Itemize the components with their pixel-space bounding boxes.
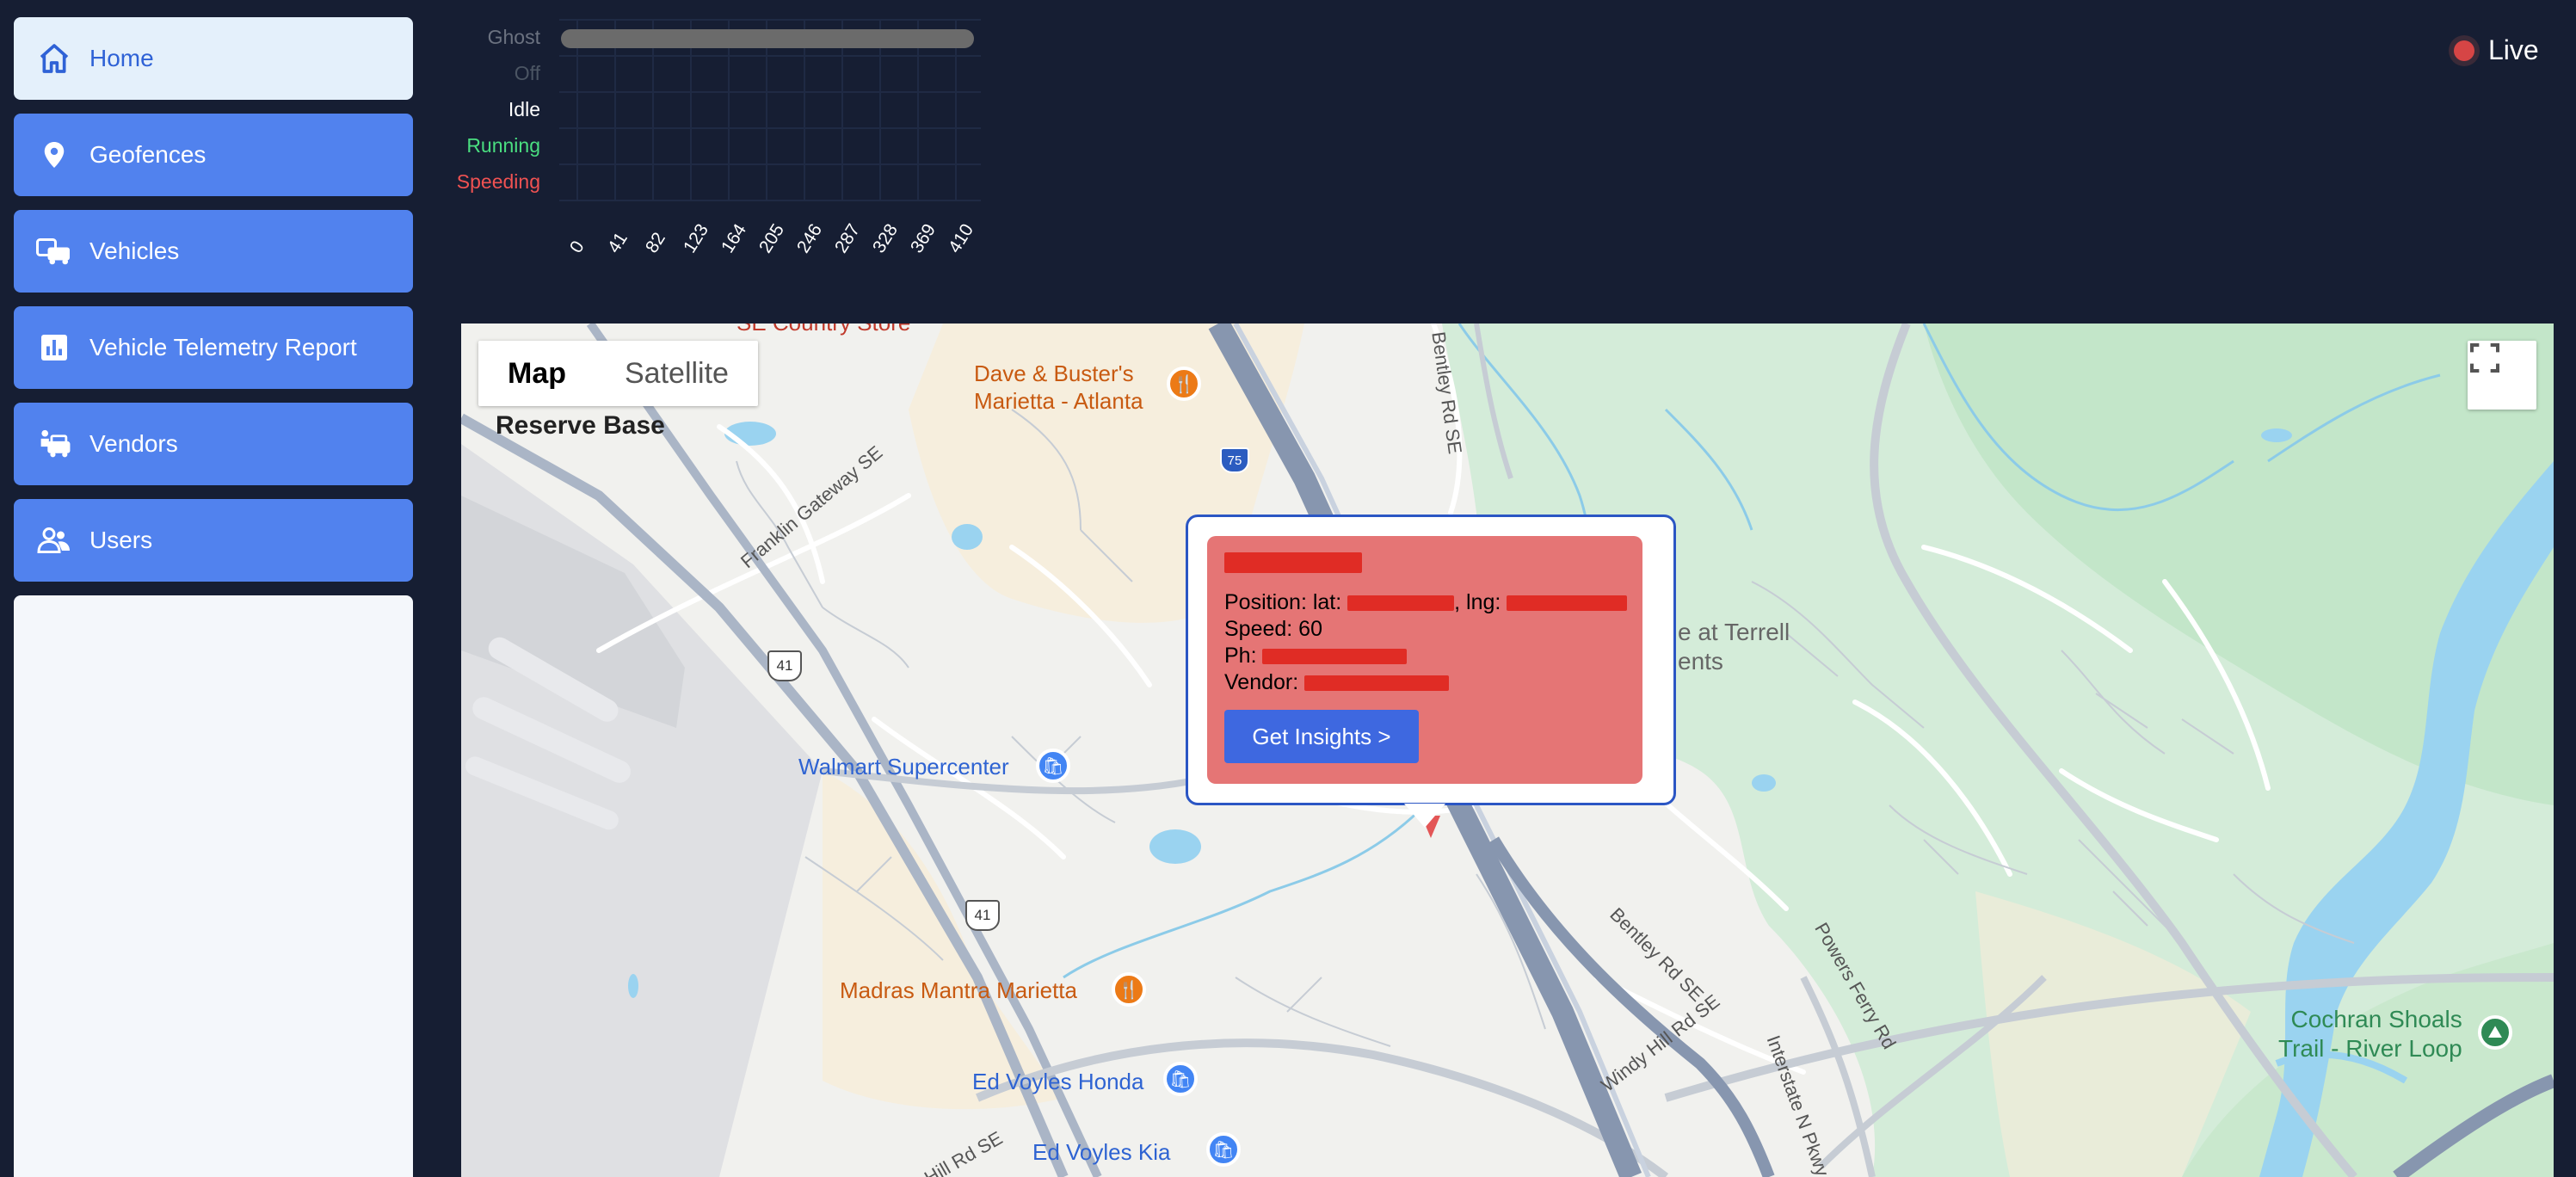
bar-ghost [561,29,974,48]
car-dealer-icon[interactable]: 🛍 [1163,1062,1198,1096]
sidebar-item-users[interactable]: Users [14,499,413,582]
sidebar-item-vehicle-telemetry-report[interactable]: Vehicle Telemetry Report [14,306,413,389]
sidebar: Home Geofences Vehicles Vehicle Telemetr… [0,0,427,1177]
map-type-map-button[interactable]: Map [478,341,595,406]
map-label-walmart: Walmart Supercenter [798,754,1009,780]
map-label-terrell: e at Terrell ents [1678,619,1790,675]
us41-shield-icon: 41 [965,900,1000,931]
i75-shield-icon: 75 [1220,447,1249,473]
popup-tail [1404,804,1445,828]
map-type-satellite-button[interactable]: Satellite [595,341,758,406]
sidebar-item-vendors[interactable]: Vendors [14,403,413,485]
status-label-running: Running [466,134,540,157]
x-tick-label: 164 [718,220,751,257]
vehicle-status-chart: 0 41 82 123 164 205 246 287 328 369 410 Ghost Off … [430,0,1032,284]
vendors-icon [36,426,72,462]
users-icon [36,522,72,558]
status-label-speeding: Speeding [456,170,540,193]
hiking-icon[interactable]: ⛰ [2478,1015,2512,1050]
get-insights-button[interactable]: Get Insights > [1224,710,1419,763]
sidebar-item-label: Home [89,45,154,71]
bar-chart-icon [36,330,72,366]
map-label-reserve-base: Reserve Base [496,411,665,440]
map-label-ed-voyles-honda: Ed Voyles Honda [972,1069,1144,1094]
position-row: Position: lat: , lng: [1224,589,1628,616]
vehicle-info-card: Position: lat: , lng: Speed: 60 Ph: Vend… [1207,536,1642,784]
vehicles-icon [36,233,72,269]
map-label-country-store: SE Country Store [736,324,910,336]
sidebar-panel [14,595,413,1177]
x-tick-label: 41 [604,229,632,257]
x-tick-label: 328 [869,220,903,257]
home-icon [36,40,72,77]
vehicle-id-redacted [1224,550,1625,576]
sidebar-item-label: Vehicle Telemetry Report [89,334,357,360]
sidebar-item-vehicles[interactable]: Vehicles [14,210,413,293]
vehicle-info-popup: Position: lat: , lng: Speed: 60 Ph: Vend… [1186,515,1676,805]
live-dot-icon [2449,34,2480,66]
us41-shield-icon: 41 [767,650,802,681]
x-tick-label: 369 [907,220,940,257]
sidebar-item-geofences[interactable]: Geofences [14,114,413,196]
x-tick-label: 0 [566,237,589,257]
x-tick-label: 410 [945,220,978,257]
x-tick-label: 205 [755,220,789,257]
x-tick-label: 123 [680,220,713,257]
map-label-cochran: Cochran Shoals Trail - River Loop [2278,1006,2462,1062]
live-label: Live [2488,34,2539,65]
x-tick-label: 82 [642,229,669,257]
map-label-madras: Madras Mantra Marietta [840,977,1077,1003]
map-type-control: Map Satellite [478,341,758,406]
restaurant-icon[interactable]: 🍴 [1112,972,1146,1007]
location-pin-icon [36,137,72,173]
vendor-row: Vendor: [1224,669,1625,696]
status-label-idle: Idle [508,98,540,120]
live-indicator[interactable]: Live [2449,34,2539,66]
speed-row: Speed: 60 [1224,617,1322,641]
restaurant-icon[interactable]: 🍴 [1167,367,1201,401]
shopping-icon[interactable]: 🛍 [1036,749,1070,783]
sidebar-item-label: Vendors [89,430,178,457]
fullscreen-button[interactable] [2468,341,2536,410]
sidebar-item-label: Geofences [89,141,206,168]
phone-row: Ph: [1224,643,1625,669]
sidebar-item-label: Vehicles [89,237,180,264]
map[interactable]: Map Satellite Reserve Base Dave & Buster… [461,324,2554,1177]
x-tick-label: 287 [831,220,865,257]
car-dealer-icon[interactable]: 🛍 [1206,1132,1241,1167]
fullscreen-icon [2470,343,2499,373]
status-label-off: Off [514,62,540,84]
map-label-dave-busters: Dave & Buster's Marietta - Atlanta [974,360,1143,414]
sidebar-item-label: Users [89,527,153,553]
status-label-ghost: Ghost [487,26,540,48]
map-label-ed-voyles-kia: Ed Voyles Kia [1032,1139,1171,1165]
sidebar-item-home[interactable]: Home [14,17,413,100]
x-tick-label: 246 [793,220,827,257]
